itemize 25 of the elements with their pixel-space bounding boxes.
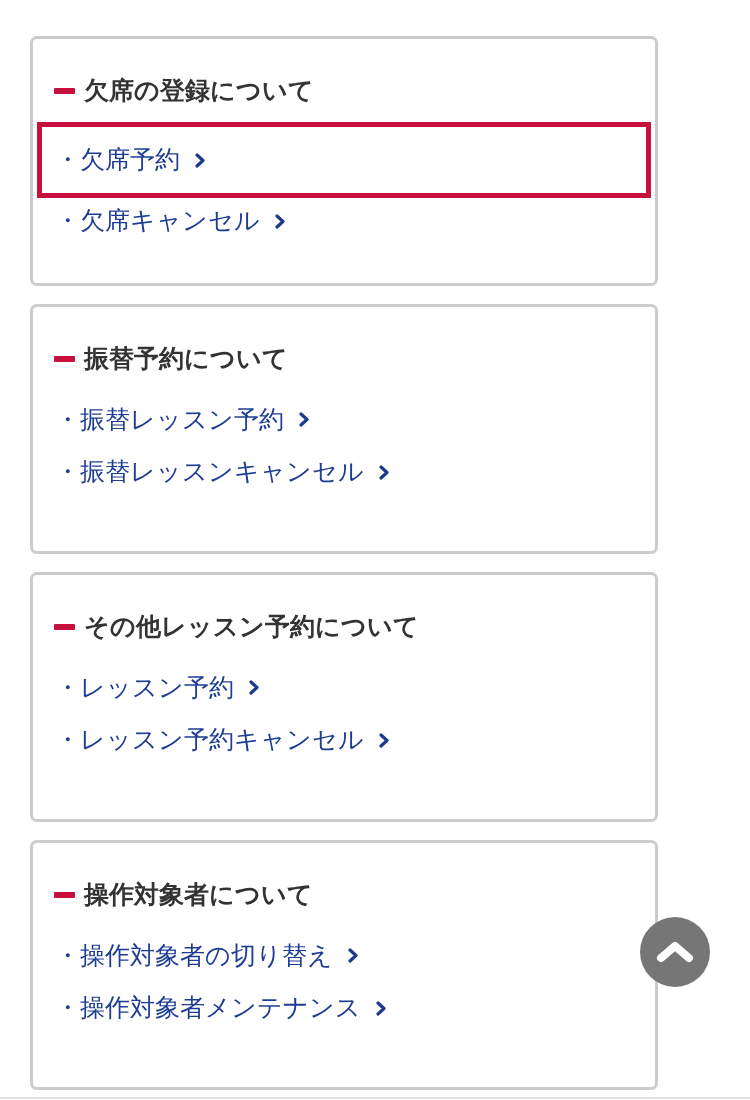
menu-link[interactable]: ・レッスン予約キャンセル [55, 723, 389, 757]
dash-icon [54, 892, 75, 898]
section-heading: その他レッスン予約について [84, 612, 419, 642]
chevron-right-icon [379, 732, 389, 748]
dash-icon [54, 356, 75, 362]
chevron-right-icon [379, 464, 389, 480]
menu-link[interactable]: ・欠席キャンセル [55, 204, 285, 238]
section-heading: 振替予約について [84, 344, 288, 374]
menu-link[interactable]: ・操作対象者の切り替え [55, 938, 358, 973]
menu-link[interactable]: ・レッスン予約 [55, 670, 259, 705]
chevron-right-icon [299, 412, 309, 427]
menu-link[interactable]: ・欠席予約 [55, 143, 205, 177]
chevron-right-icon [195, 152, 205, 168]
chevron-right-icon [348, 948, 358, 963]
menu-link[interactable]: ・振替レッスン予約 [55, 402, 309, 437]
chevron-up-icon [656, 941, 694, 963]
section-heading: 操作対象者について [84, 880, 313, 910]
dash-icon [54, 88, 75, 94]
menu-link[interactable]: ・操作対象者メンテナンス [55, 991, 386, 1025]
dash-icon [54, 624, 75, 630]
section-heading: 欠席の登録について [84, 76, 314, 106]
menu-link[interactable]: ・振替レッスンキャンセル [55, 455, 389, 489]
chevron-right-icon [275, 213, 285, 229]
chevron-right-icon [249, 680, 259, 695]
chevron-right-icon [376, 1000, 386, 1016]
